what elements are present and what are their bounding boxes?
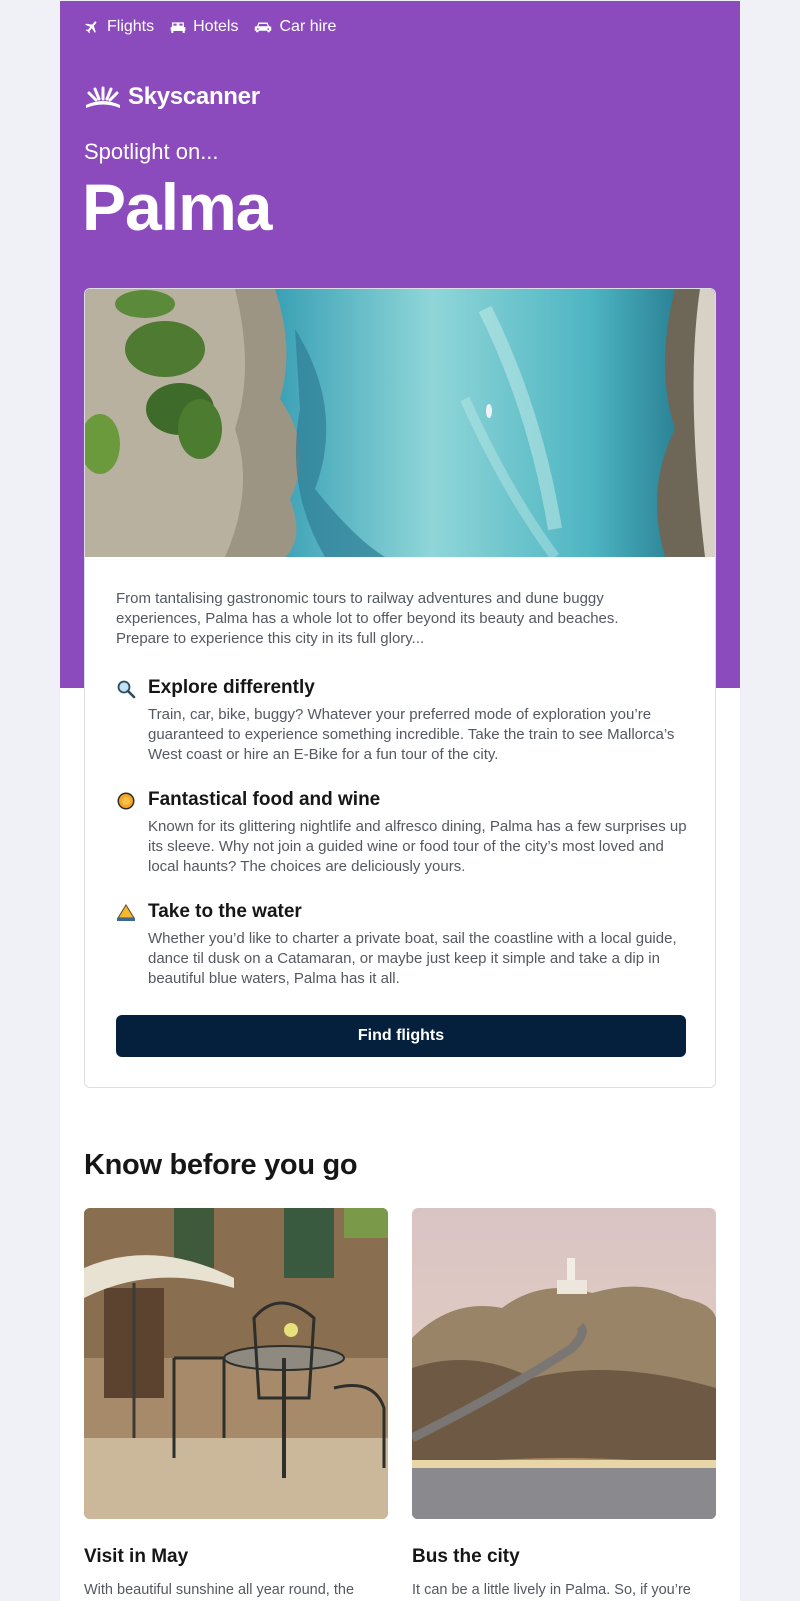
hero-photo-coastline[interactable] [85,289,716,557]
tip-title: Visit in May [84,1546,189,1567]
nav-flights-label: Flights [107,18,155,35]
find-flights-button[interactable]: Find flights [116,1015,686,1057]
plane-icon [85,21,97,34]
bed-icon [170,22,186,33]
car-icon [255,22,272,33]
lighthouse-road-photo [412,1208,716,1519]
top-nav: Flights Hotels Car hire [84,18,336,36]
nav-hotels[interactable]: Hotels [170,18,238,36]
nav-car-hire-label: Car hire [279,18,337,35]
nav-flights[interactable]: Flights [84,18,154,36]
orange-fruit-icon [117,792,135,810]
feature-text: Known for its glittering nightlife and a… [148,818,687,875]
tip-title: Bus the city [412,1546,520,1567]
spotlight-card: From tantalising gastronomic tours to ra… [84,288,716,1088]
tip-text: With beautiful sunshine all year round, … [84,1582,355,1598]
hero-city-title: Palma [82,170,272,244]
sailboat-icon [117,904,135,921]
tip-card-bus-city[interactable]: Bus the city It can be a little lively i… [412,1208,716,1598]
email-body: Flights Hotels Car hire Skyscanner Spotl… [60,1,740,1601]
nav-hotels-label: Hotels [193,18,239,35]
feature-text: Train, car, bike, buggy? Whatever your p… [148,706,675,763]
feature-title: Fantastical food and wine [148,789,381,810]
tip-text: It can be a little lively in Palma. So, … [412,1582,691,1598]
hero-kicker: Spotlight on... [84,139,219,164]
know-before-title: Know before you go [84,1149,358,1181]
intro-text: From tantalising gastronomic tours to ra… [116,590,619,647]
skyscanner-logo[interactable]: Skyscanner [84,83,260,111]
magnifying-glass-icon [117,680,136,699]
logo-wordmark: Skyscanner [128,83,260,110]
nav-car-hire[interactable]: Car hire [254,18,336,36]
cafe-terrace-photo [84,1208,388,1519]
feature-title: Take to the water [148,901,302,922]
feature-title: Explore differently [148,677,315,698]
tip-card-visit-may[interactable]: Visit in May With beautiful sunshine all… [84,1208,388,1598]
sunrise-icon [86,86,120,108]
feature-text: Whether you’d like to charter a private … [148,930,677,987]
